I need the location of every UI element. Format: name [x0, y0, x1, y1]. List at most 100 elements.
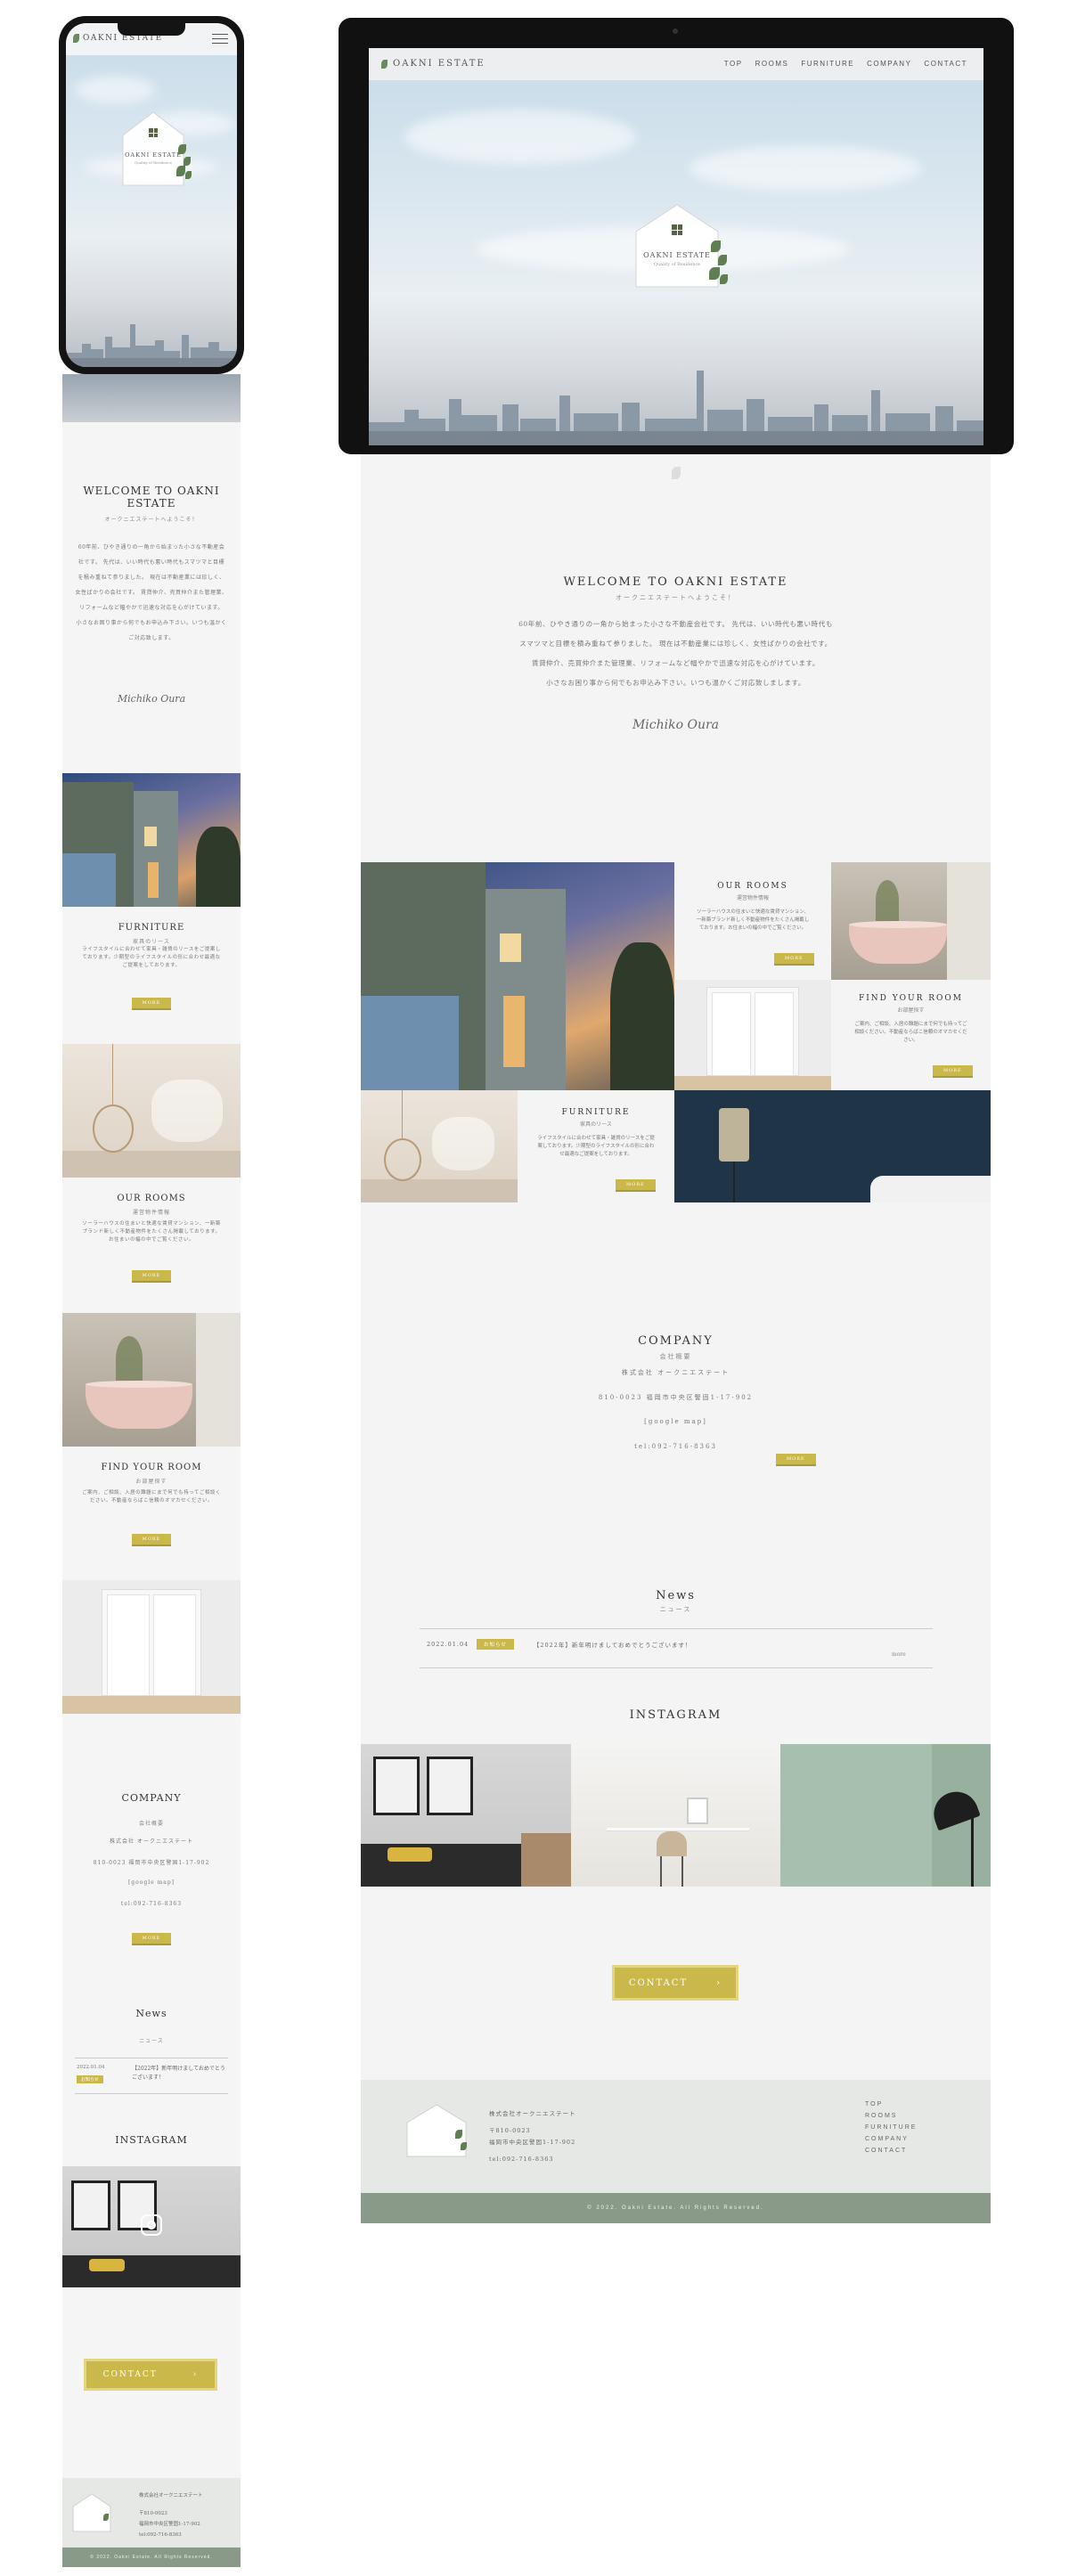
mobile-page: WELCOME TO OAKNI ESTATE オークニエステートへようこそ！ …	[62, 374, 241, 2567]
nav-furniture[interactable]: FURNITURE	[801, 60, 854, 68]
mobile-company-title: COMPANY	[121, 1792, 182, 1804]
house-logo-tagline: Quality of Residence	[135, 160, 172, 165]
footer-links: TOP ROOMS FURNITURE COMPANY CONTACT	[865, 2101, 917, 2159]
tile-find-subtitle: お部屋探す	[897, 1007, 925, 1014]
nav-top[interactable]: TOP	[724, 60, 743, 68]
house-window-icon	[149, 128, 158, 137]
desktop-photo-bath	[831, 862, 991, 980]
mobile-rooms-subtitle: 運営物件情報	[132, 1210, 170, 1216]
desktop-photo-lamp	[674, 1090, 991, 1202]
desktop-page: WELCOME TO OAKNI ESTATE オークニエステートへようこそ！ …	[361, 454, 991, 2223]
leaf-icon	[381, 59, 388, 69]
mobile-find-subtitle: お部屋探す	[135, 1479, 167, 1485]
mobile-find-title: FIND YOUR ROOM	[101, 1463, 202, 1472]
tile-find-body: ご案内、ご相談、入居の難題にまで何でも持ってご相談ください。不動産ならばこ信頼の…	[854, 1022, 967, 1043]
footer-link-top[interactable]: TOP	[865, 2101, 917, 2107]
desktop-logo-text[interactable]: OAKNI ESTATE	[393, 59, 486, 69]
tile-rooms-more-button[interactable]: MORE	[774, 953, 814, 966]
mobile-welcome-subtitle: オークニエステートへようこそ！	[104, 517, 199, 523]
mobile-find-more-button[interactable]: MORE	[131, 1534, 172, 1546]
mobile-company-more-button[interactable]: MORE	[131, 1933, 172, 1945]
desktop-signature: Michiko Oura	[632, 718, 720, 732]
instagram-icon[interactable]	[141, 2214, 162, 2236]
desktop-news-date: 2022.01.04	[427, 1641, 469, 1648]
tile-rooms-subtitle: 運営物件情報	[736, 895, 769, 901]
mobile-company-name: 株式会社 オークニエステート	[110, 1838, 193, 1845]
tile-rooms-body: ソーラーハウスの住まいと快適な賃貸マンション、一新築ブランド新しく不動産物件をた…	[696, 909, 810, 931]
mobile-company-subtitle: 会社概要	[138, 1821, 164, 1827]
mobile-photo-bath	[62, 1313, 241, 1447]
nav-rooms[interactable]: ROOMS	[755, 60, 789, 68]
desktop-photo-chair	[361, 1090, 518, 1202]
tile-furniture-more-button[interactable]: MORE	[616, 1179, 656, 1192]
mobile-signature: Michiko Oura	[117, 693, 186, 705]
tile-furniture-subtitle: 家具のリース	[580, 1121, 612, 1128]
nav-contact[interactable]: CONTACT	[924, 60, 967, 68]
desktop-company-map[interactable]: [google map]	[361, 1418, 991, 1425]
desktop-company-tel[interactable]: tel:092-716-8363	[361, 1443, 991, 1450]
mobile-furniture-more-button[interactable]: MORE	[131, 998, 172, 1010]
mobile-news-title: News	[135, 2008, 167, 2019]
desktop-instagram-title: INSTAGRAM	[629, 1708, 722, 1722]
hamburger-icon[interactable]	[212, 30, 228, 47]
mobile-news-date: 2022.01.04	[77, 2065, 105, 2070]
instagram-post-desk[interactable]	[571, 1744, 780, 1887]
mobile-instagram-photo[interactable]	[62, 2166, 241, 2287]
mobile-rooms-body: ソーラーハウスの住まいと快適な賃貸マンション、一新築ブランド新しく不動産物件をた…	[82, 1221, 221, 1243]
mobile-photo-door	[62, 1580, 241, 1714]
footer-house-logo	[405, 2103, 468, 2158]
desktop-header: OAKNI ESTATE TOP ROOMS FURNITURE COMPANY…	[369, 48, 983, 80]
desktop-copyright: © 2022. Oakni Estate. All Rights Reserve…	[361, 2193, 991, 2223]
desktop-news-row[interactable]: 2022.01.04 お知らせ 【2022年】新年明けましておめでとうございます…	[420, 1639, 933, 1650]
tile-furniture-title: FURNITURE	[561, 1108, 631, 1117]
mobile-company-map[interactable]: [google map]	[62, 1879, 241, 1886]
laptop-camera	[673, 29, 678, 34]
desktop-company-title: COMPANY	[638, 1334, 714, 1348]
desktop-company-address: 810-0023 福岡市中央区警固1-17-902	[598, 1394, 754, 1401]
footer-info: 株式会社オークニエステート 〒810-0023 福岡市中央区警固1-17-902…	[489, 2110, 576, 2163]
mobile-furniture-body: ライフスタイルに合わせて家具・雑貨のリースをご提案しております。少期型のライフス…	[82, 947, 221, 968]
mobile-hero-strip	[62, 374, 241, 422]
mobile-welcome-body: 60年前、ひやき通りの一角から始まった小さな不動産会 社です。 先代は、いい時代も…	[75, 544, 228, 641]
mobile-furniture-subtitle: 家具のリース	[133, 939, 170, 945]
desktop-welcome-body: 60年前、ひやき通りの一角から始まった小さな不動産会社です。 先代は、いい時代も…	[518, 620, 833, 687]
footer-link-rooms[interactable]: ROOMS	[865, 2113, 917, 2119]
mobile-news-text[interactable]: 【2022年】新年明けましておめでとうございます！	[132, 2065, 230, 2083]
mobile-hero: OAKNI ESTATE OAKNI ESTATE Quality of Res…	[66, 23, 237, 367]
footer-link-contact[interactable]: CONTACT	[865, 2148, 917, 2154]
desktop-photo-house	[361, 862, 674, 1090]
phone-mockup: OAKNI ESTATE OAKNI ESTATE Quality of Res…	[59, 16, 244, 374]
house-logo-tagline: Quality of Residence	[653, 262, 701, 267]
mobile-rooms-title: OUR ROOMS	[117, 1194, 186, 1203]
mobile-company-tel[interactable]: tel:092-716-8363	[62, 1901, 241, 1907]
mobile-instagram-title: INSTAGRAM	[115, 2134, 188, 2146]
desktop-contact-button[interactable]: CONTACT ›	[612, 1965, 739, 2001]
leaf-icon	[361, 467, 991, 483]
instagram-post-bedroom[interactable]	[361, 1744, 571, 1887]
mobile-company-address: 810-0023 福岡市中央区警固1-17-902	[93, 1860, 210, 1866]
desktop-news-text[interactable]: 【2022年】新年明けましておめでとうございます！	[534, 1640, 933, 1649]
desktop-company-more-button[interactable]: MORE	[776, 1454, 816, 1466]
desktop-news-more-link[interactable]: more	[892, 1651, 906, 1658]
mobile-furniture-title: FURNITURE	[118, 923, 185, 933]
footer-link-furniture[interactable]: FURNITURE	[865, 2124, 917, 2131]
nav-company[interactable]: COMPANY	[867, 60, 911, 68]
mobile-news-subtitle: ニュース	[139, 2038, 164, 2044]
mobile-footer-info: 株式会社オークニエステート 〒810-0023 福岡市中央区警固1-17-902…	[139, 2493, 203, 2538]
tile-find-your-room: FIND YOUR ROOM お部屋探す ご案内、ご相談、入居の難題にまで何でも…	[831, 980, 991, 1090]
footer-link-company[interactable]: COMPANY	[865, 2136, 917, 2142]
mobile-contact-button[interactable]: CONTACT ›	[84, 2359, 217, 2391]
mobile-rooms-more-button[interactable]: MORE	[131, 1270, 172, 1283]
desktop-footer: 株式会社オークニエステート 〒810-0023 福岡市中央区警固1-17-902…	[361, 2080, 991, 2193]
desktop-welcome-title: WELCOME TO OAKNI ESTATE	[563, 575, 788, 589]
tile-find-more-button[interactable]: MORE	[933, 1065, 973, 1078]
house-logo: OAKNI ESTATE Quality of Residence	[119, 109, 192, 189]
desktop-company-subtitle: 会社概要	[659, 1353, 692, 1360]
desktop-welcome-subtitle: オークニエステートへようこそ！	[616, 594, 736, 601]
tile-our-rooms: OUR ROOMS 運営物件情報 ソーラーハウスの住まいと快適な賃貸マンション、…	[674, 862, 831, 980]
desktop-nav: TOP ROOMS FURNITURE COMPANY CONTACT	[712, 60, 967, 68]
tile-furniture-body: ライフスタイルに合わせて家具・雑貨のリースをご提案しております。少期型のライフス…	[537, 1136, 655, 1157]
desktop-news-subtitle: ニュース	[659, 1606, 692, 1613]
instagram-post-lamp[interactable]	[780, 1744, 991, 1887]
mobile-photo-house	[62, 773, 241, 907]
